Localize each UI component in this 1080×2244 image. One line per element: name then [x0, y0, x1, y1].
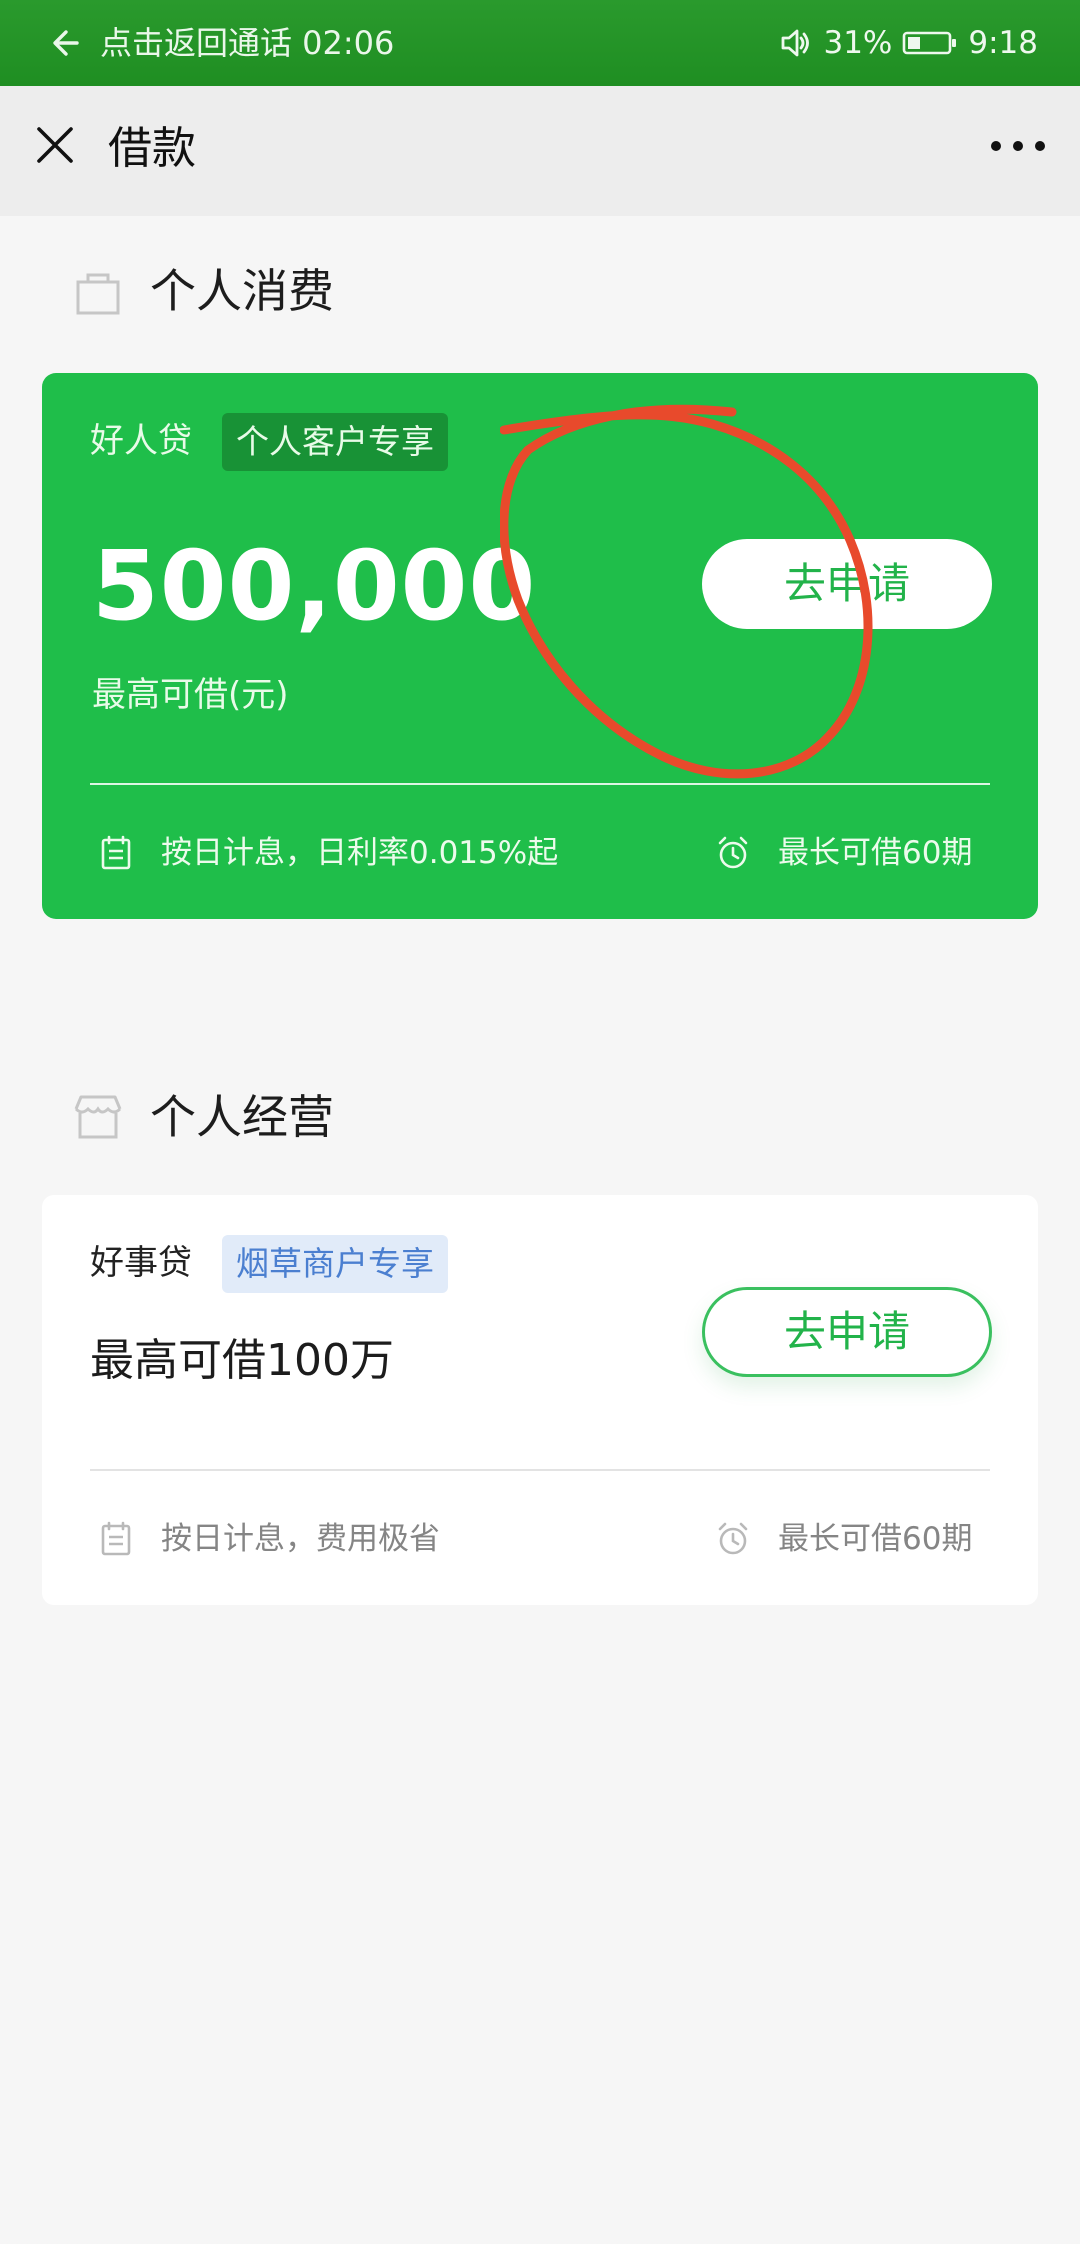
back-arrow-icon[interactable] [48, 26, 82, 60]
term-info: 最长可借60期 [714, 828, 972, 878]
divider [90, 1469, 990, 1471]
section-title: 个人消费 [150, 264, 334, 318]
loan-page: 点击返回通话 02:06 31% 9:18 借款 个人消费 好人贷 个人客户专享… [0, 0, 1080, 2244]
store-icon [74, 1095, 122, 1139]
loan-card-haoshidai[interactable]: 好事贷 烟草商户专享 最高可借100万 去申请 按日计息，费用极省 最长可借60… [42, 1195, 1038, 1605]
interest-info: 按日计息，费用极省 [97, 1514, 440, 1564]
term-text: 最长可借60期 [778, 1521, 973, 1557]
status-bar: 点击返回通话 02:06 31% 9:18 [0, 0, 1080, 86]
product-name: 好人贷 [90, 421, 192, 461]
apply-button[interactable]: 去申请 [702, 539, 992, 629]
more-dot [991, 141, 1001, 151]
loan-card-haorendai[interactable]: 好人贷 个人客户专享 500,000 最高可借(元) 去申请 按日计息，日利率0… [42, 373, 1038, 919]
product-name: 好事贷 [90, 1243, 192, 1283]
max-amount-text: 最高可借100万 [90, 1335, 394, 1386]
calendar-icon [101, 835, 131, 870]
more-icon[interactable] [991, 141, 1045, 157]
apply-button[interactable]: 去申请 [702, 1287, 992, 1377]
speaker-icon [782, 29, 810, 57]
interest-info: 按日计息，日利率0.015%起 [97, 828, 558, 878]
amount-label: 最高可借(元) [92, 675, 289, 715]
battery-percent: 31% [823, 25, 893, 61]
alarm-clock-icon [718, 836, 748, 869]
divider [90, 783, 990, 785]
term-info: 最长可借60期 [714, 1514, 972, 1564]
clock-time: 9:18 [968, 25, 1038, 61]
section-header-consumer: 个人消费 [72, 256, 334, 326]
more-dot [1035, 141, 1045, 151]
top-bar: 借款 [0, 86, 1080, 216]
section-header-business: 个人经营 [72, 1082, 334, 1152]
more-dot [1013, 141, 1023, 151]
page-title: 借款 [108, 123, 196, 174]
max-amount: 500,000 [92, 530, 537, 642]
alarm-clock-icon [718, 1522, 748, 1555]
calendar-icon [101, 1521, 131, 1556]
status-icons: 31% 9:18 [779, 22, 1038, 64]
interest-text: 按日计息，日利率0.015%起 [161, 835, 559, 871]
term-text: 最长可借60期 [778, 835, 973, 871]
section-title: 个人经营 [150, 1090, 334, 1144]
product-tag: 个人客户专享 [222, 413, 448, 471]
battery-icon [903, 31, 957, 55]
product-tag: 烟草商户专享 [222, 1235, 448, 1293]
close-icon[interactable] [34, 124, 76, 166]
interest-text: 按日计息，费用极省 [161, 1521, 440, 1557]
return-to-call-text[interactable]: 点击返回通话 02:06 [100, 22, 394, 64]
shopping-bag-icon [76, 273, 120, 315]
